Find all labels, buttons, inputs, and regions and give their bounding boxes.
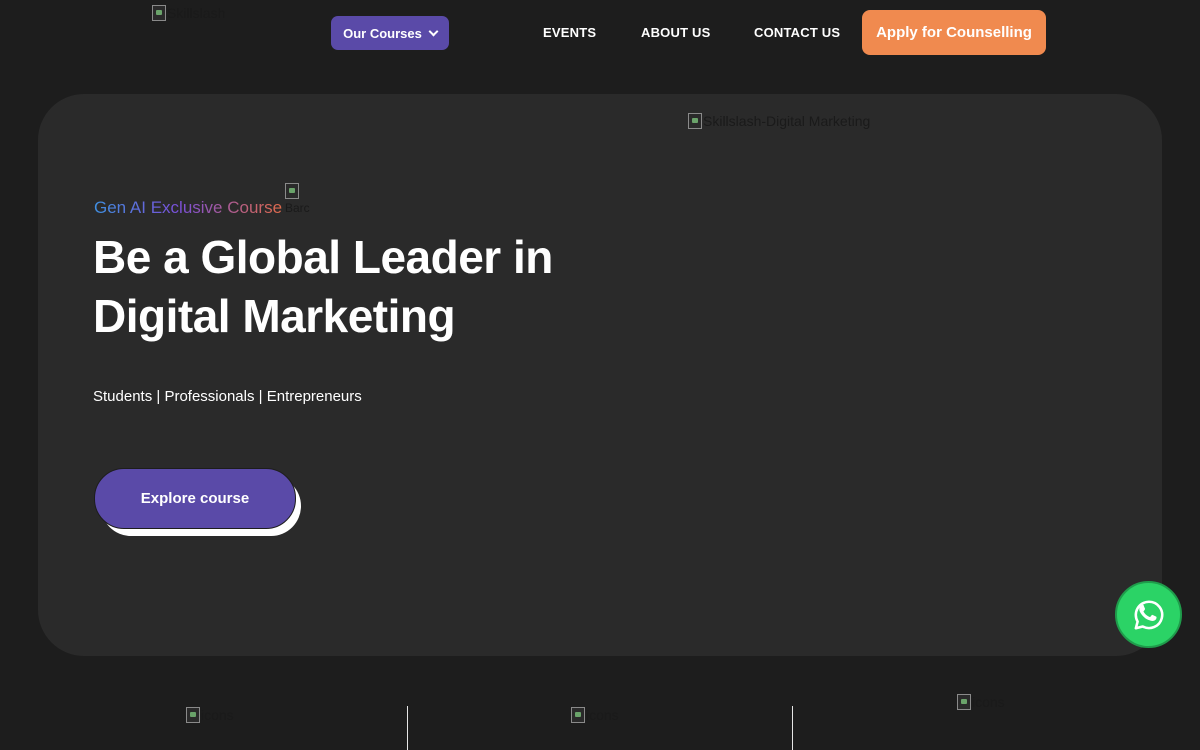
whatsapp-button[interactable] (1115, 581, 1182, 648)
our-courses-label: Our Courses (343, 25, 422, 41)
nav-events[interactable]: EVENTS (543, 25, 596, 40)
stat-alt-text-2: icons (586, 707, 619, 723)
stat-divider-1 (407, 706, 408, 750)
stat-divider-2 (792, 706, 793, 750)
stat-alt-text-3: icons (972, 694, 1005, 710)
stat-icon-2: icons (571, 707, 619, 723)
hero-image: Skillslash-Digital Marketing (688, 113, 870, 129)
logo-alt-text: Skillslash (167, 5, 226, 21)
stat-alt-text-1: icons (201, 707, 234, 723)
stat-icon-3: icons (957, 694, 1005, 710)
hero-title-line-2: Digital Marketing (93, 290, 456, 342)
stat-image-icon-1 (186, 707, 200, 723)
hero-title: Be a Global Leader in Digital Marketing (93, 228, 653, 346)
chevron-down-icon (428, 26, 439, 36)
hero-image-icon (688, 113, 702, 129)
nav-contact-us[interactable]: CONTACT US (754, 25, 840, 40)
badge-alt-text: Barc (285, 201, 310, 215)
hero-panel (38, 94, 1162, 656)
whatsapp-icon (1134, 599, 1163, 630)
hero-tagline: Gen AI Exclusive Course (94, 198, 283, 217)
stat-icon-1: icons (186, 707, 234, 723)
apply-counselling-button[interactable]: Apply for Counselling (862, 10, 1046, 55)
barc-badge-image: Barc (285, 183, 310, 215)
stat-image-icon-2 (571, 707, 585, 723)
logo-image-icon (152, 5, 166, 21)
hero-image-alt-text: Skillslash-Digital Marketing (703, 113, 871, 129)
our-courses-dropdown[interactable]: Our Courses (331, 16, 449, 50)
hero-audience: Students | Professionals | Entrepreneurs (93, 388, 362, 405)
logo[interactable]: Skillslash (152, 5, 225, 21)
hero-title-line-1: Be a Global Leader in (93, 231, 553, 283)
explore-course-button[interactable]: Explore course (94, 468, 296, 529)
stat-image-icon-3 (957, 694, 971, 710)
nav-about-us[interactable]: ABOUT US (641, 25, 711, 40)
badge-image-icon (285, 183, 299, 199)
